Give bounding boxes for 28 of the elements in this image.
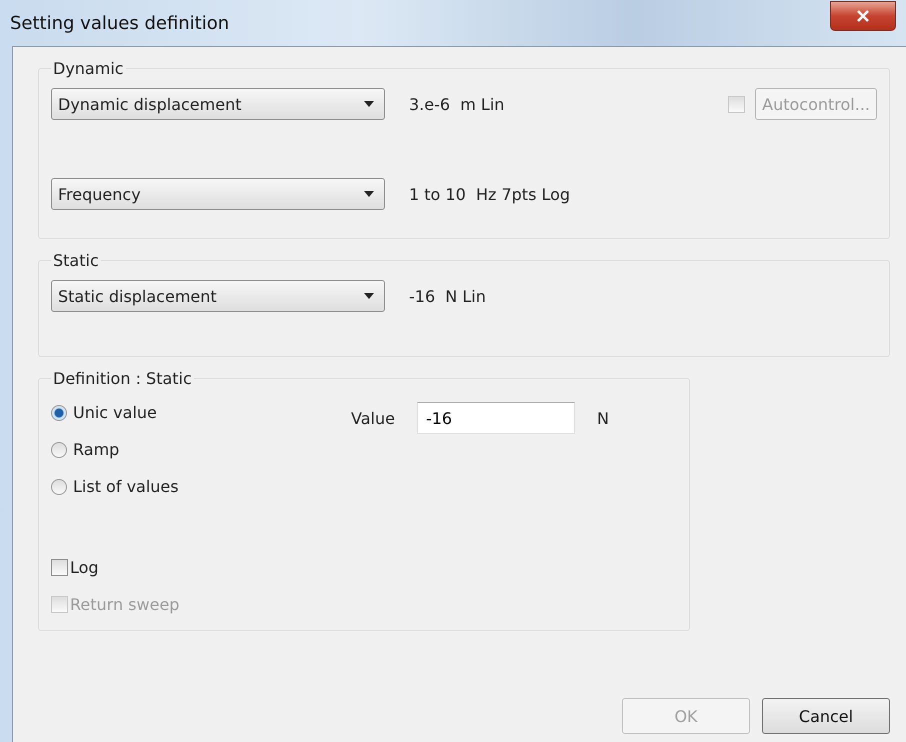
- option-label: List of values: [73, 477, 179, 496]
- value-field[interactable]: -16: [416, 402, 575, 434]
- dropdown-arrow-icon: [364, 191, 374, 197]
- value-reading: 1 to 10 Hz 7pts Log: [409, 184, 570, 204]
- group-label: Static: [52, 251, 100, 270]
- option-label: Ramp: [73, 440, 120, 459]
- dropdown-arrow-icon: [364, 101, 374, 107]
- checkbox[interactable]: [51, 559, 68, 576]
- checkbox-label: Log: [70, 558, 99, 577]
- close-icon: [857, 10, 869, 22]
- radio-button[interactable]: [51, 442, 67, 458]
- radio-button[interactable]: [51, 404, 67, 420]
- value-reading: 3.e-6 m Lin: [409, 94, 504, 114]
- dropdown-arrow-icon: [364, 293, 374, 299]
- field-label: Value: [351, 408, 395, 428]
- cancel-button[interactable]: Cancel: [762, 698, 890, 734]
- option-label: Unic value: [73, 403, 157, 422]
- dropdown[interactable]: Frequency: [51, 178, 385, 210]
- window-title: Setting values definition: [10, 12, 230, 34]
- group-label: Definition : Static: [52, 369, 193, 388]
- close-button[interactable]: [830, 1, 896, 31]
- radio-button[interactable]: [51, 478, 67, 494]
- group-label: Dynamic: [52, 59, 125, 78]
- checkbox-label: Return sweep: [70, 595, 180, 614]
- dropdown[interactable]: Dynamic displacement: [51, 88, 385, 120]
- dropdown[interactable]: Static displacement: [51, 280, 385, 312]
- value-reading: -16 N Lin: [409, 286, 486, 306]
- unit-label: N: [596, 408, 609, 428]
